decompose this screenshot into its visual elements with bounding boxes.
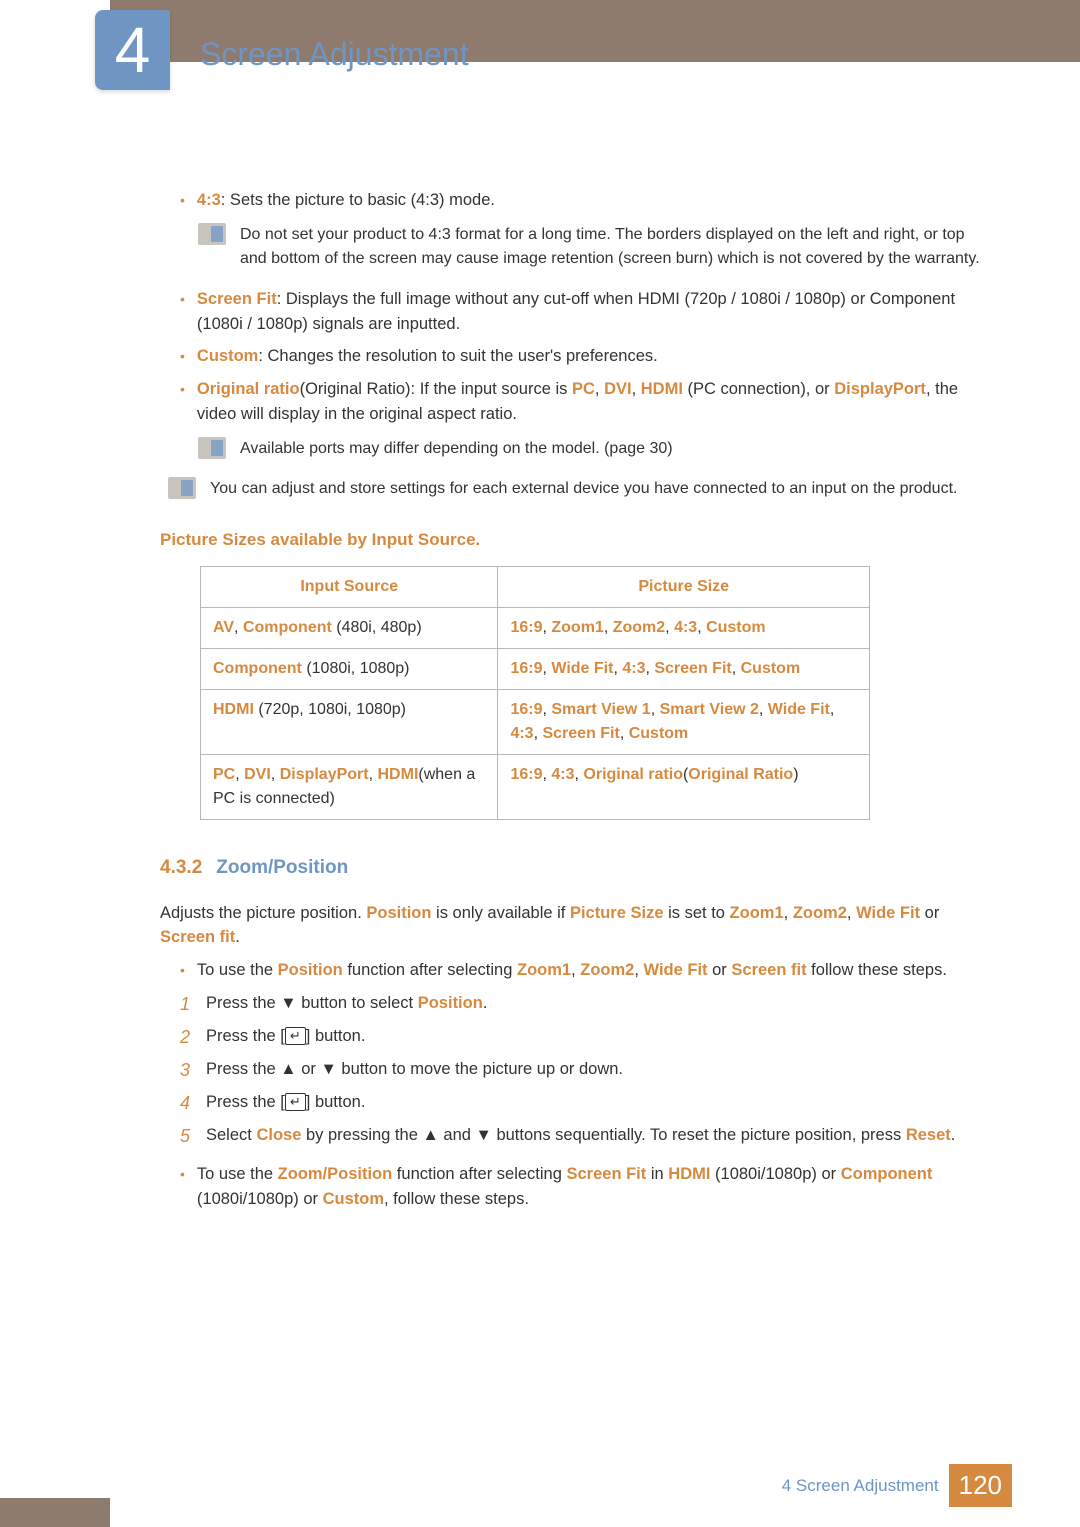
col-picture-size: Picture Size [498, 567, 870, 608]
bullet-43: 4:3: Sets the picture to basic (4:3) mod… [180, 188, 985, 213]
zoom-intro: Adjusts the picture position. Position i… [160, 901, 985, 951]
col-input-source: Input Source [201, 567, 498, 608]
steps-list: 1Press the ▼ button to select Position. … [180, 991, 985, 1150]
table-row: Component (1080i, 1080p) 16:9, Wide Fit,… [201, 649, 870, 690]
note-store: You can adjust and store settings for ea… [168, 477, 985, 501]
footer-label: 4 Screen Adjustment [782, 1473, 939, 1499]
note-ports: Available ports may differ depending on … [198, 437, 985, 461]
bullet-original-ratio: Original ratio(Original Ratio): If the i… [180, 377, 985, 427]
bullet-custom: Custom: Changes the resolution to suit t… [180, 344, 985, 369]
table-heading: Picture Sizes available by Input Source. [160, 527, 985, 553]
left-band [0, 1498, 110, 1527]
page-content: 4:3: Sets the picture to basic (4:3) mod… [160, 180, 985, 1219]
bullet-zoom-after: To use the Zoom/Position function after … [180, 1162, 985, 1212]
table-row: AV, Component (480i, 480p) 16:9, Zoom1, … [201, 608, 870, 649]
term-43: 4:3 [197, 191, 221, 209]
table-row: HDMI (720p, 1080i, 1080p) 16:9, Smart Vi… [201, 690, 870, 755]
chapter-number: 4 [115, 2, 151, 98]
page-number: 120 [949, 1464, 1012, 1507]
page-footer: 4 Screen Adjustment 120 [782, 1464, 1012, 1507]
section-heading: 4.3.2Zoom/Position [160, 854, 985, 883]
note-icon [198, 437, 226, 459]
table-row: PC, DVI, DisplayPort, HDMI(when a PC is … [201, 755, 870, 820]
bullet-zoom-lead: To use the Position function after selec… [180, 958, 985, 983]
bullet-screenfit: Screen Fit: Displays the full image with… [180, 287, 985, 337]
chapter-badge: 4 [95, 10, 170, 90]
note-icon [168, 477, 196, 499]
picture-size-table: Input Source Picture Size AV, Component … [200, 566, 870, 820]
note-icon [198, 223, 226, 245]
chapter-title: Screen Adjustment [200, 30, 469, 78]
note-burn: Do not set your product to 4:3 format fo… [198, 223, 985, 271]
